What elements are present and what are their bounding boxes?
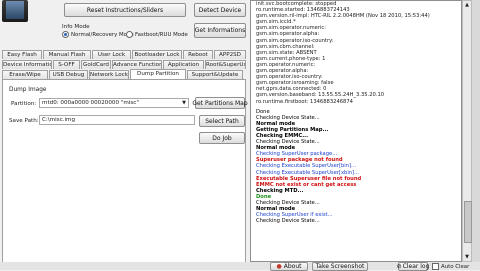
tab-s-off[interactable]: S-OFF <box>53 60 80 69</box>
tab-user-lock[interactable]: User Lock <box>92 50 131 59</box>
clear-log-icon: ⊘ <box>396 263 402 270</box>
do-job-button[interactable]: Do Job <box>199 132 245 144</box>
auto-clear-checkbox[interactable] <box>432 263 439 270</box>
tab-goldcard[interactable]: GoldCard <box>81 60 111 69</box>
log-scrollbar[interactable]: ▲ ▼ <box>462 0 472 262</box>
info-mode-label: Info Mode <box>62 24 90 30</box>
normal-mode-label: Normal/Recovery Mode <box>71 32 134 38</box>
clear-log-label: Clear log <box>402 263 430 270</box>
tab-easy-flash[interactable]: Easy Flash <box>2 50 42 59</box>
detect-device-button[interactable]: Detect Device <box>194 3 246 17</box>
normal-mode-option[interactable]: Normal/Recovery Mode <box>62 31 134 38</box>
fastboot-mode-radio[interactable] <box>126 31 133 38</box>
tab-root-superuser[interactable]: Root&SuperUser <box>205 60 246 69</box>
right-strip <box>472 0 480 262</box>
scrollbar-thumb[interactable] <box>464 201 472 243</box>
normal-mode-radio[interactable] <box>62 31 69 38</box>
dump-image-group-label: Dump Image <box>9 87 47 93</box>
log-entries: Done Checking Device State... Normal mode G… <box>251 109 461 225</box>
tab-usb-debug[interactable]: USB Debug <box>49 70 88 79</box>
partition-select[interactable]: mtd0: 000a0000 00020000 "misc" ▼ <box>39 98 189 108</box>
tab-erase-wipe[interactable]: Erase/Wipe <box>2 70 48 79</box>
partition-label: Partition: <box>11 101 37 107</box>
tab-bootloader-lock[interactable]: Bootloader Lock <box>132 50 182 59</box>
log-output[interactable]: init.svc.bootcomplete: stopped ro.runtime… <box>250 0 462 262</box>
save-path-input[interactable]: C:\misc.img <box>39 115 195 125</box>
dump-partition-panel: Dump Image Partition: mtd0: 000a0000 000… <box>2 79 248 270</box>
tab-dump-partition[interactable]: Dump Partition <box>130 69 186 79</box>
save-path-label: Save Path: <box>9 118 39 124</box>
tab-advance-functions[interactable]: Advance Functions <box>112 60 162 69</box>
tab-network-lock[interactable]: Network Lock <box>89 70 129 79</box>
device-screen <box>6 1 24 19</box>
chevron-down-icon[interactable]: ▼ <box>182 99 186 107</box>
auto-clear-option[interactable]: Auto Clear <box>432 263 469 270</box>
about-icon: ● <box>276 263 282 270</box>
partition-value: mtd0: 000a0000 00020000 "misc" <box>42 100 139 106</box>
about-label: About <box>283 263 302 270</box>
select-path-button[interactable]: Select Path <box>199 115 245 127</box>
get-informations-button[interactable]: Get Informations <box>194 23 246 38</box>
tab-manual-flash[interactable]: Manual Flash <box>43 50 91 59</box>
tab-app2sd[interactable]: APP2SD <box>214 50 246 59</box>
log-entry-line: Checking Device State... <box>256 218 320 225</box>
reset-button[interactable]: Reset Instructions/Sliders <box>64 3 186 17</box>
get-partitions-map-button[interactable]: Get Partitions Map <box>192 97 248 109</box>
tab-device-information[interactable]: Device Information <box>2 60 52 69</box>
device-properties: init.svc.bootcomplete: stopped ro.runtime… <box>251 1 461 105</box>
auto-clear-label: Auto Clear <box>441 264 470 270</box>
bottom-bar: ● About Take Screenshot ⊘ Clear log Auto C… <box>0 262 480 271</box>
tab-support-update[interactable]: Support&Update <box>187 70 243 79</box>
fastboot-mode-option[interactable]: Fastboot/RUU Mode <box>126 31 188 38</box>
tab-application[interactable]: Application <box>163 60 204 69</box>
tab-reboot[interactable]: Reboot <box>183 50 213 59</box>
fastboot-mode-label: Fastboot/RUU Mode <box>135 32 188 38</box>
scroll-up-icon[interactable]: ▲ <box>463 1 471 9</box>
log-property-line: ro.runtime.firstboot: 1346883246874 <box>256 98 353 105</box>
scroll-down-icon[interactable]: ▼ <box>463 253 471 261</box>
